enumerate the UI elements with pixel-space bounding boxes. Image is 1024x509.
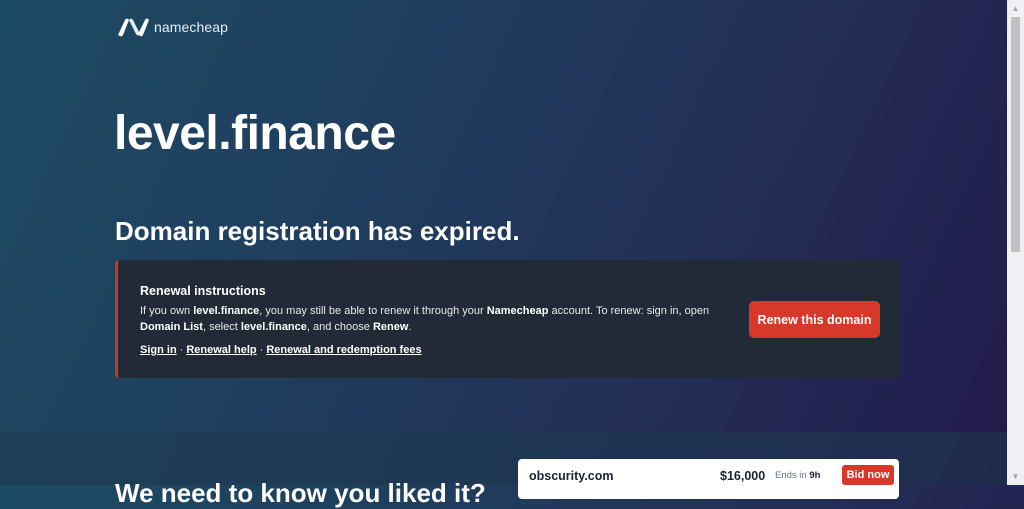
lower-heading: We need to know you liked it? [115,478,486,508]
scrollbar-thumb[interactable] [1011,17,1020,252]
link-separator: · [179,344,184,356]
domain-emphasis: level.finance [193,305,260,317]
renew-domain-button[interactable]: Renew this domain [749,301,880,338]
sign-in-link[interactable]: Sign in [140,344,177,356]
scroll-down-arrow-icon[interactable]: ▼ [1007,468,1024,485]
namecheap-logo[interactable]: namecheap [116,17,228,37]
text-segment: If you own [140,305,194,317]
text-segment: account. To renew: sign in, open [548,305,710,317]
text-segment: , select [202,321,241,333]
auction-card[interactable]: obscurity.com $16,000 Ends in 9h Bid now [518,459,899,499]
domain-emphasis: level.finance [240,321,307,333]
scrollbar[interactable]: ▲ ▼ [1007,0,1024,485]
namecheap-logo-icon [118,18,149,37]
auction-ends: Ends in 9h [775,470,820,481]
renewal-help-link[interactable]: Renewal help [186,344,256,356]
bid-now-button[interactable]: Bid now [842,465,894,485]
renewal-fees-link[interactable]: Renewal and redemption fees [266,344,421,356]
brand-emphasis: Namecheap [486,305,549,317]
brand-name: namecheap [154,19,229,35]
text-segment: , and choose [306,321,373,333]
auction-price: $16,000 [720,469,766,483]
domain-list-emphasis: Domain List [140,321,203,333]
renew-emphasis: Renew [372,321,409,333]
auction-ends-value: 9h [809,470,821,481]
auction-domain-name[interactable]: obscurity.com [529,469,614,483]
renewal-title: Renewal instructions [140,284,266,298]
text-segment: . [408,321,412,333]
link-separator: · [259,344,264,356]
renewal-instructions: If you own level.finance, you may still … [140,303,710,335]
text-segment: , you may still be able to renew it thro… [259,305,487,317]
scroll-up-arrow-icon[interactable]: ▲ [1007,0,1024,17]
expired-heading: Domain registration has expired. [115,216,520,246]
domain-title: level.finance [114,107,396,160]
renewal-card: Renewal instructions If you own level.fi… [115,260,899,378]
auction-ends-label: Ends in [775,470,807,481]
renewal-links: Sign in · Renewal help · Renewal and redempt… [140,344,422,356]
